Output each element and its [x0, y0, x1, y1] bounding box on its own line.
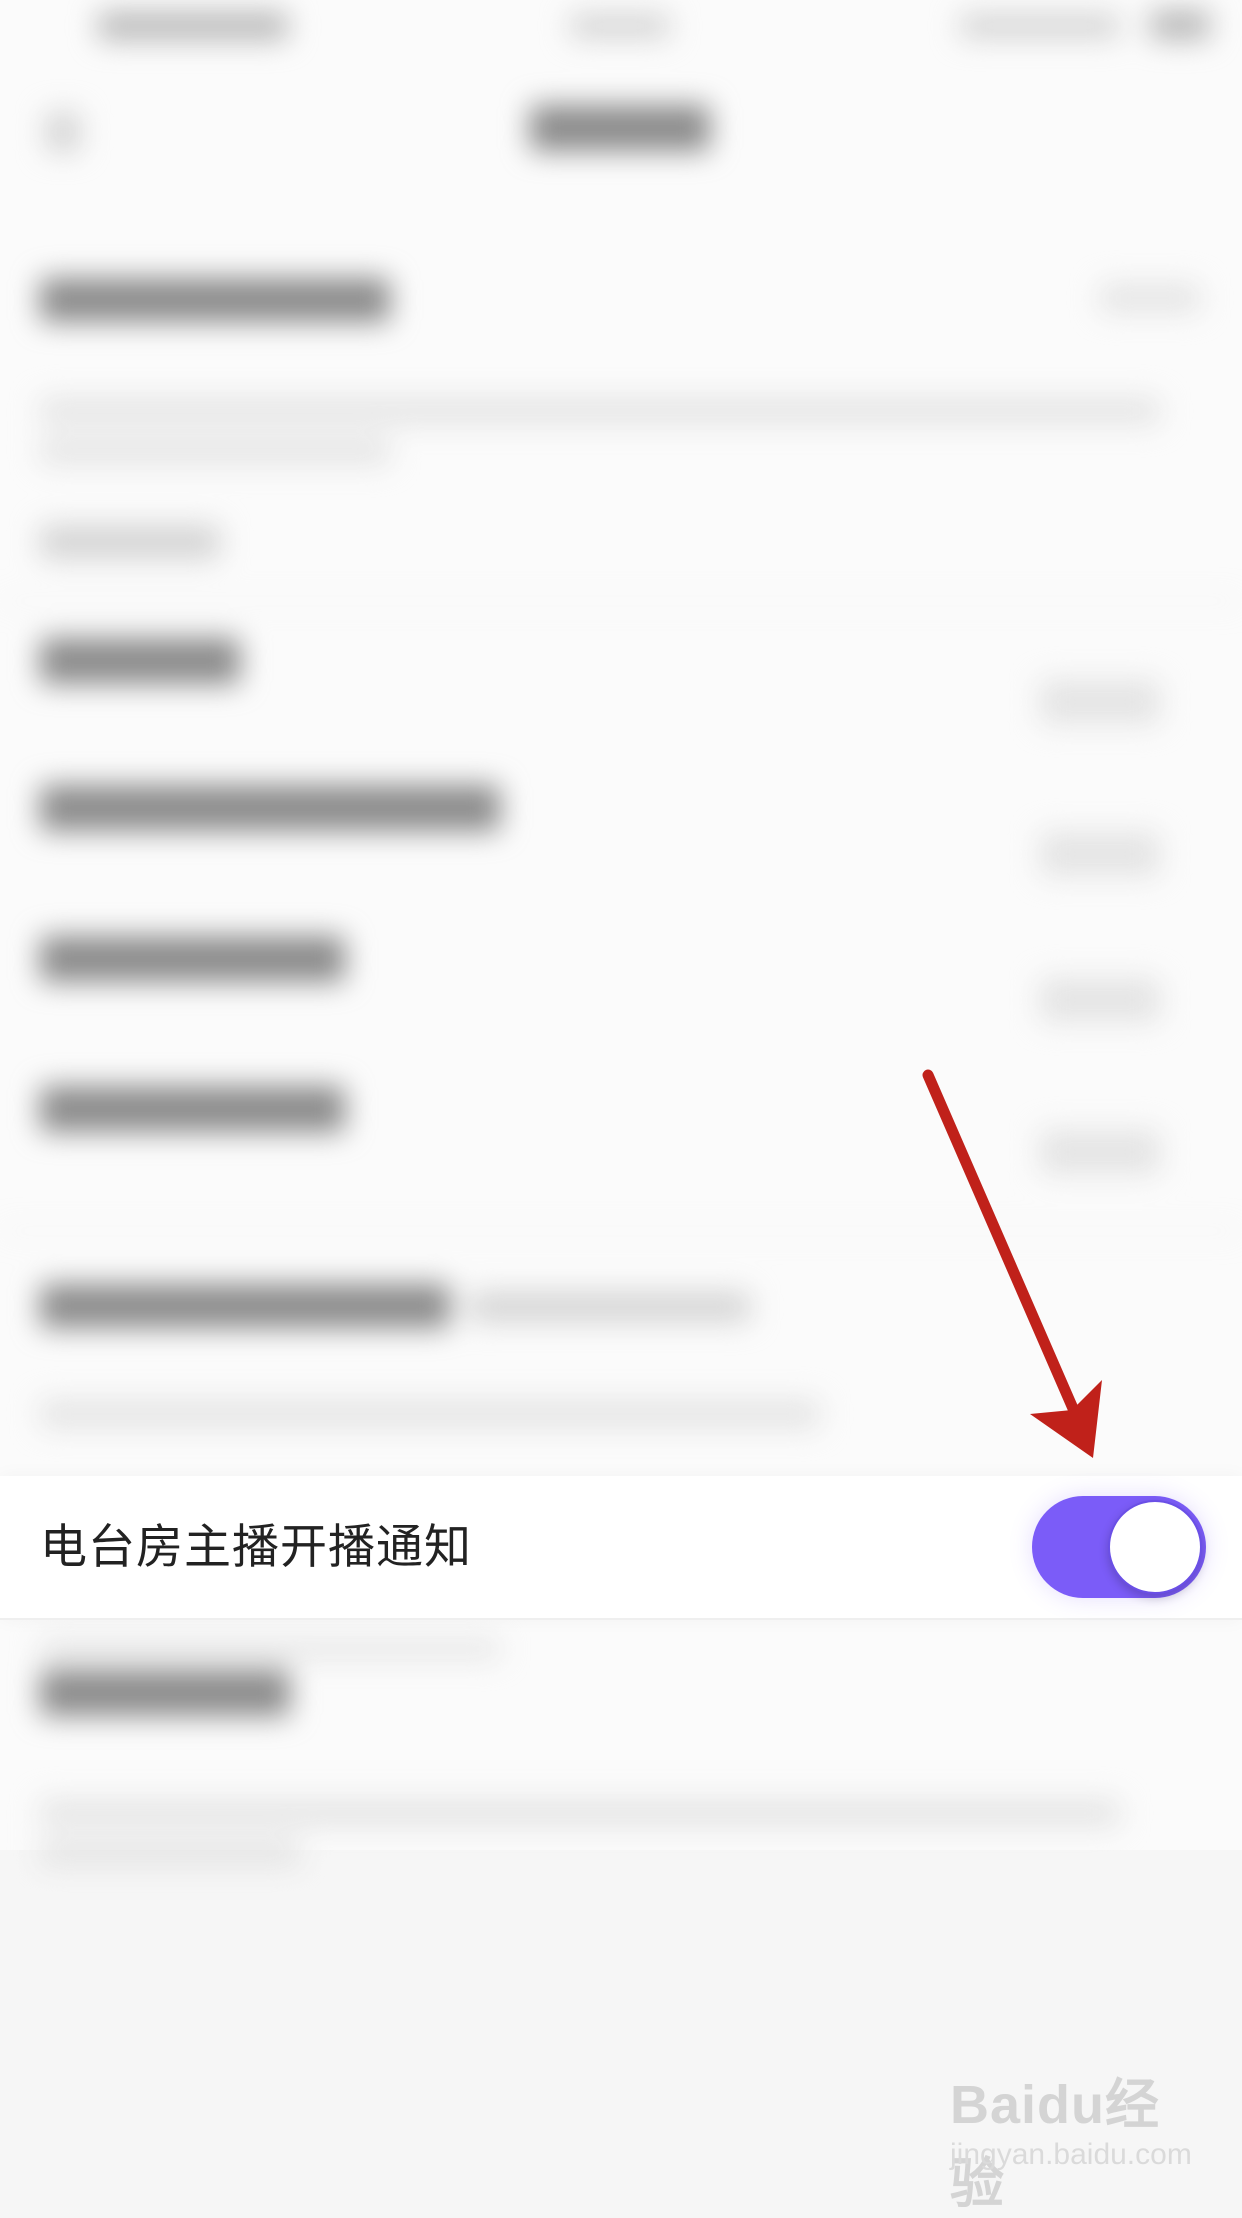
watermark-url: jingyan.baidu.com [950, 2138, 1192, 2171]
toggle-knob [1108, 1500, 1202, 1594]
setting-label: 电台房主播开播通知 [40, 1520, 472, 1575]
blurred-background-content [0, 0, 1242, 2208]
baidu-jingyan-watermark: Baidu经验 jingyan.baidu.com [950, 2060, 1192, 2214]
notification-toggle[interactable] [1032, 1496, 1206, 1598]
radio-room-host-live-notification-row: 电台房主播开播通知 [0, 1476, 1242, 1620]
